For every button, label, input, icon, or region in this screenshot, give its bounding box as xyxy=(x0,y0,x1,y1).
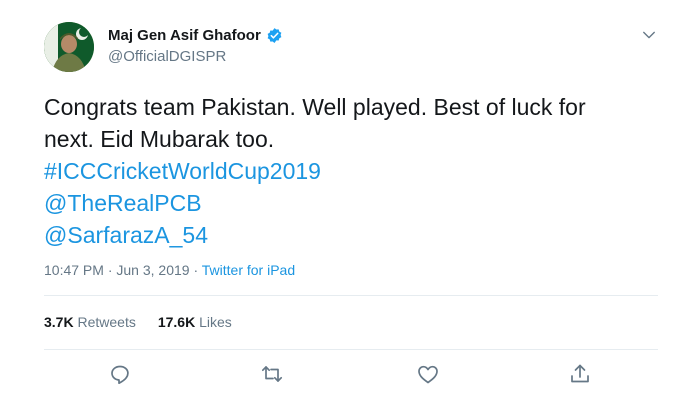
meta-separator: · xyxy=(189,262,202,278)
heart-icon xyxy=(418,365,438,384)
author-display-name[interactable]: Maj Gen Asif Ghafoor xyxy=(108,27,261,44)
divider xyxy=(44,295,658,296)
mention-link[interactable]: @SarfarazA_54 xyxy=(44,219,664,251)
share-button[interactable] xyxy=(568,362,592,386)
retweet-icon xyxy=(261,366,283,382)
reply-icon xyxy=(111,365,129,385)
avatar[interactable] xyxy=(44,22,94,72)
tweet-text-line: next. Eid Mubarak too. xyxy=(44,126,275,152)
tweet-time[interactable]: 10:47 PM xyxy=(44,262,104,278)
like-button[interactable] xyxy=(416,362,440,386)
reply-button[interactable] xyxy=(108,362,132,386)
chevron-down-icon[interactable] xyxy=(640,26,658,44)
retweets-label: Retweets xyxy=(77,314,136,330)
likes-count: 17.6K xyxy=(157,314,196,330)
meta-separator: · xyxy=(103,262,117,278)
tweet-metadata: 10:47 PM · Jun 3, 2019 · Twitter for iPa… xyxy=(44,262,295,278)
likes-stat[interactable]: 17.6K Likes xyxy=(158,314,232,330)
author-handle[interactable]: @OfficialDGISPR xyxy=(108,48,226,65)
tweet-source-link[interactable]: Twitter for iPad xyxy=(202,262,295,278)
tweet-text-line: Congrats team Pakistan. Well played. Bes… xyxy=(44,94,586,120)
retweets-count: 3.7K xyxy=(44,314,74,330)
tweet-text: Congrats team Pakistan. Well played. Bes… xyxy=(44,91,664,251)
retweets-stat[interactable]: 3.7K Retweets xyxy=(44,314,136,330)
verified-badge-icon xyxy=(267,28,282,43)
likes-label: Likes xyxy=(199,314,232,330)
engagement-stats: 3.7K Retweets 17.6K Likes xyxy=(44,314,232,330)
tweet-date[interactable]: Jun 3, 2019 xyxy=(116,262,189,278)
author-name-row: Maj Gen Asif Ghafoor xyxy=(108,27,283,44)
divider xyxy=(44,349,658,350)
share-icon xyxy=(571,364,589,383)
retweet-button[interactable] xyxy=(260,362,284,386)
hashtag-link[interactable]: #ICCCricketWorldCup2019 xyxy=(44,155,664,187)
tweet-card: Maj Gen Asif Ghafoor @OfficialDGISPR Con… xyxy=(0,0,700,400)
mention-link[interactable]: @TheRealPCB xyxy=(44,187,664,219)
